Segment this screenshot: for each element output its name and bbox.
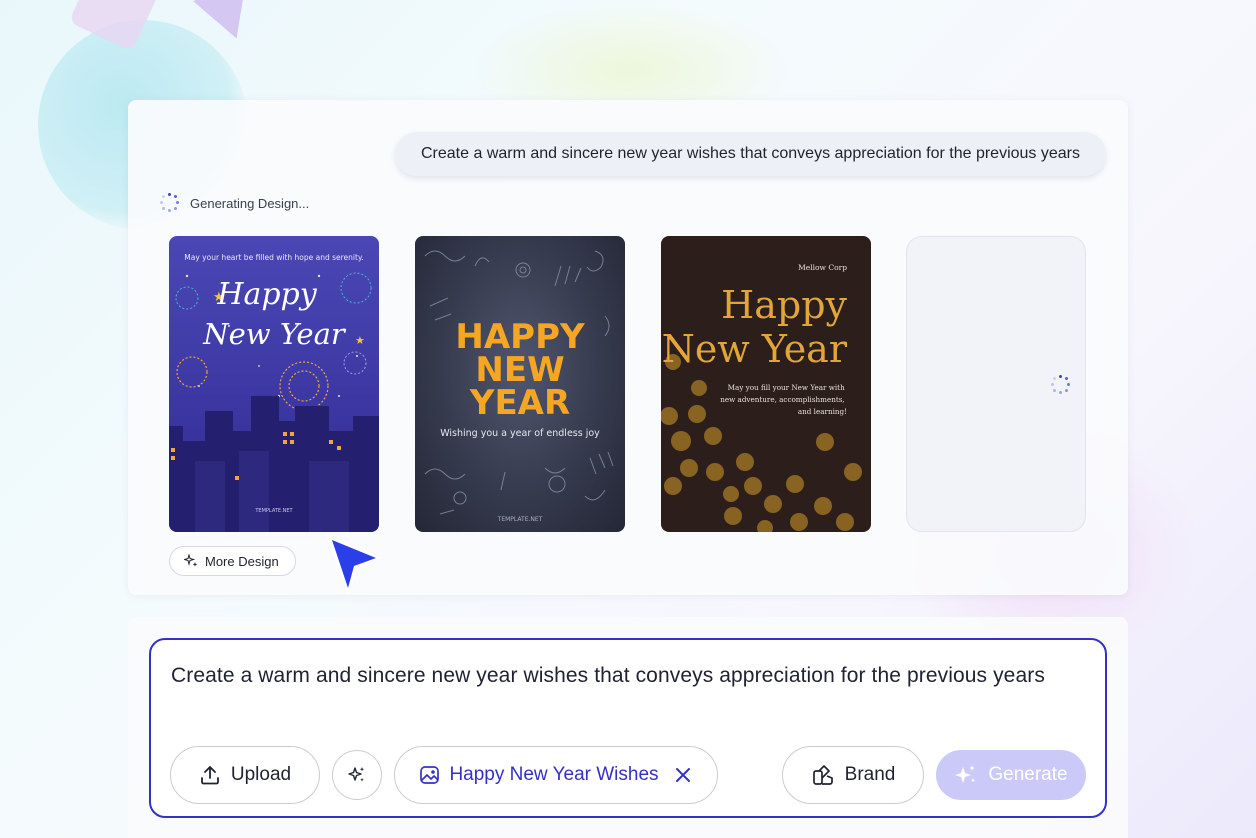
design-card-1[interactable]: ★ ★ May your heart be filled with hope a…: [169, 236, 379, 532]
loading-spinner-icon: [1051, 375, 1071, 395]
status-text: Generating Design...: [190, 195, 310, 211]
generating-status: Generating Design...: [160, 193, 309, 213]
magic-enhance-button[interactable]: [332, 750, 382, 800]
sparkles-icon: [184, 554, 198, 567]
upload-icon: [200, 766, 219, 785]
card-3-company: Mellow Corp: [798, 263, 847, 272]
card-1-title-line1: Happy: [216, 277, 317, 312]
svg-text:May you fill your New Year wit: May you fill your New Year with new adve…: [720, 383, 847, 416]
card-3-message-line1: May you fill your New Year with: [728, 383, 845, 392]
design-card-loading: [906, 236, 1086, 532]
more-design-label: More Design: [205, 553, 279, 569]
loading-spinner-icon: [160, 193, 180, 213]
image-icon: [420, 766, 440, 784]
category-tag-chip[interactable]: Happy New Year Wishes: [394, 746, 718, 804]
brand-button[interactable]: Brand: [782, 746, 924, 804]
card-1-footer: TEMPLATE.NET: [254, 508, 293, 514]
sparkles-icon: [955, 765, 976, 783]
card-1-title-line2: New Year: [202, 317, 347, 351]
results-panel: Create a warm and sincere new year wishe…: [128, 100, 1128, 595]
card-3-title-line1: Happy: [721, 283, 847, 327]
card-2-illustration: HAPPY NEW YEAR Wishing you a year of end…: [424, 250, 614, 523]
card-2-footer: TEMPLATE.NET: [497, 516, 543, 523]
card-3-title-line2: New Year: [662, 327, 848, 371]
user-prompt-bubble: Create a warm and sincere new year wishe…: [395, 132, 1106, 176]
design-card-3[interactable]: Mellow Corp Happy New Year May you fill …: [661, 236, 871, 532]
card-1-illustration: ★ ★ May your heart be filled with hope a…: [169, 253, 379, 532]
prompt-input[interactable]: Create a warm and sincere new year wishe…: [171, 660, 1081, 692]
card-3-illustration: Mellow Corp Happy New Year May you fill …: [661, 263, 862, 532]
user-prompt-text: Create a warm and sincere new year wishe…: [421, 145, 1080, 162]
card-2-subtitle: Wishing you a year of endless joy: [440, 428, 600, 439]
brand-label: Brand: [844, 764, 896, 785]
prompt-input-panel: Create a warm and sincere new year wishe…: [128, 617, 1128, 838]
mouse-cursor-icon: [326, 534, 382, 596]
card-1-top-text: May your heart be filled with hope and s…: [184, 253, 363, 262]
upload-button[interactable]: Upload: [170, 746, 320, 804]
more-design-button[interactable]: More Design: [169, 546, 296, 576]
svg-text:★: ★: [355, 335, 365, 347]
brand-palette-icon: [812, 765, 833, 785]
magic-sparkles-icon: [348, 767, 365, 782]
card-3-message-line3: and learning!: [798, 407, 847, 416]
generate-label: Generate: [988, 764, 1068, 785]
close-icon[interactable]: [673, 765, 693, 785]
category-tag-label: Happy New Year Wishes: [449, 764, 659, 785]
prompt-input-box[interactable]: Create a warm and sincere new year wishe…: [149, 638, 1107, 818]
design-card-2[interactable]: HAPPY NEW YEAR Wishing you a year of end…: [415, 236, 625, 532]
card-3-message-line2: new adventure, accomplishments,: [720, 395, 844, 404]
generate-button[interactable]: Generate: [936, 750, 1086, 800]
upload-label: Upload: [230, 764, 292, 785]
card-2-title-line3: YEAR: [469, 383, 570, 423]
